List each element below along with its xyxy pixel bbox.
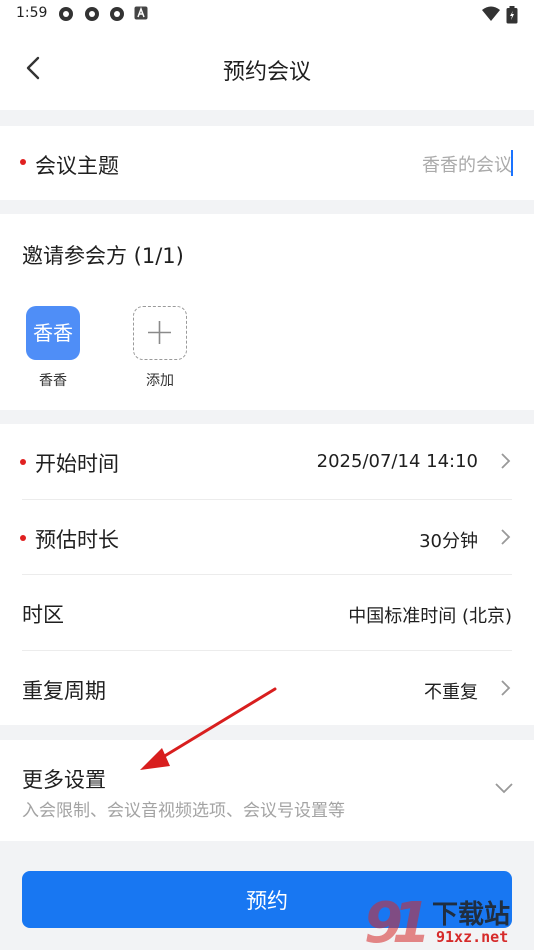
watermark-text: 下载站 — [432, 900, 511, 930]
watermark-logo: 9 1 下载站 91xz.net — [362, 890, 534, 950]
annotation-arrow — [140, 687, 277, 770]
watermark-url: 91xz.net — [436, 928, 509, 946]
svg-text:1: 1 — [392, 891, 431, 950]
